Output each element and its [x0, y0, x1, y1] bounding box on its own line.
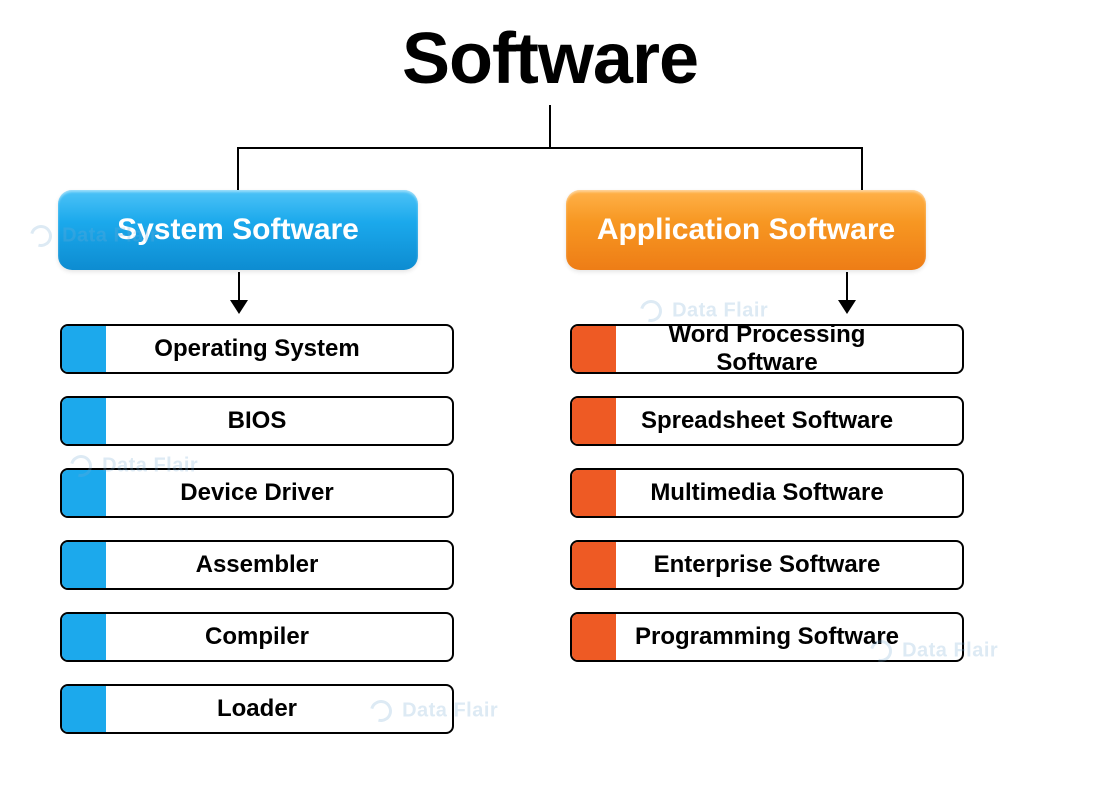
- logo-icon: [26, 221, 56, 251]
- color-swatch: [572, 614, 616, 660]
- watermark: Data Flair: [640, 300, 768, 322]
- item-label: Word Processing Software: [616, 324, 962, 374]
- category-application-software: Application Software: [566, 190, 926, 270]
- logo-icon: [636, 296, 666, 326]
- color-swatch: [62, 686, 106, 732]
- color-swatch: [62, 614, 106, 660]
- watermark-text: Data Flair: [672, 299, 768, 321]
- arrow-down-icon: [846, 272, 848, 312]
- list-item: Compiler: [60, 612, 454, 662]
- diagram-title: Software: [0, 18, 1100, 100]
- item-label: Assembler: [106, 551, 452, 579]
- item-label: Compiler: [106, 623, 452, 651]
- list-item: BIOS: [60, 396, 454, 446]
- category-system-software: System Software: [58, 190, 418, 270]
- item-label: Device Driver: [106, 479, 452, 507]
- color-swatch: [572, 542, 616, 588]
- connector-line: [861, 147, 863, 191]
- item-label: Spreadsheet Software: [616, 407, 962, 435]
- list-item: Enterprise Software: [570, 540, 964, 590]
- color-swatch: [62, 542, 106, 588]
- item-label: Programming Software: [616, 623, 962, 651]
- list-item: Device Driver: [60, 468, 454, 518]
- list-item: Word Processing Software: [570, 324, 964, 374]
- connector-line: [237, 147, 863, 149]
- item-label: Operating System: [106, 335, 452, 363]
- category-label: Application Software: [597, 213, 895, 247]
- list-item: Assembler: [60, 540, 454, 590]
- category-label: System Software: [117, 213, 359, 247]
- color-swatch: [62, 398, 106, 444]
- list-item: Operating System: [60, 324, 454, 374]
- item-label: Enterprise Software: [616, 551, 962, 579]
- list-item: Multimedia Software: [570, 468, 964, 518]
- color-swatch: [62, 470, 106, 516]
- item-label: Multimedia Software: [616, 479, 962, 507]
- list-item: Loader: [60, 684, 454, 734]
- color-swatch: [572, 470, 616, 516]
- list-item: Spreadsheet Software: [570, 396, 964, 446]
- color-swatch: [62, 326, 106, 372]
- connector-line: [237, 147, 239, 191]
- color-swatch: [572, 398, 616, 444]
- application-software-list: Word Processing Software Spreadsheet Sof…: [570, 324, 964, 684]
- item-label: Loader: [106, 695, 452, 723]
- list-item: Programming Software: [570, 612, 964, 662]
- color-swatch: [572, 326, 616, 372]
- item-label: BIOS: [106, 407, 452, 435]
- connector-line: [549, 105, 551, 149]
- arrow-down-icon: [238, 272, 240, 312]
- system-software-list: Operating System BIOS Device Driver Asse…: [60, 324, 454, 756]
